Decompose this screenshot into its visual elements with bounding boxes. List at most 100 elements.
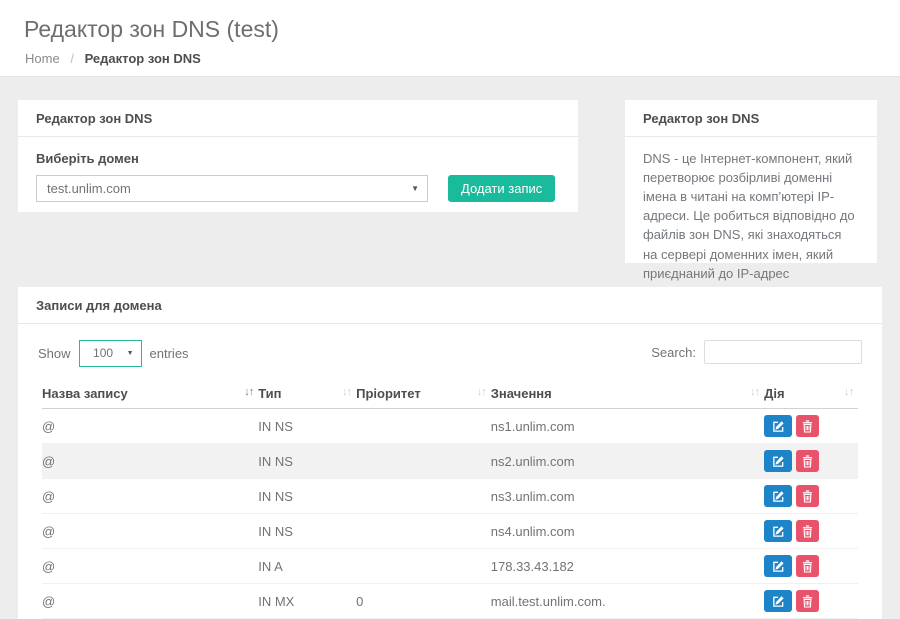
trash-icon	[802, 455, 813, 468]
records-card-title: Записи для домена	[18, 287, 882, 324]
cell-record-type: IN MX	[258, 584, 356, 619]
search-control: Search:	[651, 340, 862, 364]
table-row: @IN NS ns3.unlim.com	[42, 479, 858, 514]
cell-record-value: 178.33.43.182	[491, 549, 764, 584]
column-label: Дія	[764, 386, 784, 401]
table-row: @IN A 178.33.43.182	[42, 549, 858, 584]
search-label: Search:	[651, 345, 696, 360]
edit-pencil-icon	[772, 455, 785, 468]
dns-description-text: DNS - це Інтернет-компонент, який перетв…	[625, 137, 877, 295]
trash-icon	[802, 490, 813, 503]
records-table-body: @IN NSns1.unlim.com@IN NSns2.unlim.com@I…	[42, 409, 858, 619]
column-header-2[interactable]: Тип ↓↑	[258, 381, 356, 409]
cell-record-priority	[356, 444, 491, 479]
cell-record-name: @	[42, 444, 258, 479]
breadcrumb-current: Редактор зон DNS	[85, 51, 201, 66]
sort-arrows-icon: ↓↑	[477, 386, 486, 398]
trash-icon	[802, 595, 813, 608]
domain-select-value: test.unlim.com	[47, 181, 131, 196]
column-header-4[interactable]: Значення ↓↑	[491, 381, 764, 409]
edit-pencil-icon	[772, 560, 785, 573]
dns-info-card: Редактор зон DNS DNS - це Інтернет-компо…	[625, 100, 877, 263]
cell-record-type: IN NS	[258, 479, 356, 514]
caret-down-icon: ▼	[127, 341, 134, 366]
cell-record-priority: 0	[356, 584, 491, 619]
cell-record-name: @	[42, 479, 258, 514]
entries-label: entries	[150, 346, 189, 361]
cell-actions	[764, 409, 858, 444]
column-label: Пріоритет	[356, 386, 421, 401]
info-card-title: Редактор зон DNS	[625, 100, 877, 137]
page-title: Редактор зон DNS (test)	[24, 16, 279, 43]
trash-icon	[802, 420, 813, 433]
delete-record-button[interactable]	[796, 415, 819, 437]
delete-record-button[interactable]	[796, 485, 819, 507]
table-row: @IN MX0mail.test.unlim.com.	[42, 584, 858, 619]
breadcrumb-separator: /	[70, 51, 74, 66]
column-label: Значення	[491, 386, 552, 401]
delete-record-button[interactable]	[796, 520, 819, 542]
edit-pencil-icon	[772, 525, 785, 538]
delete-record-button[interactable]	[796, 450, 819, 472]
column-header-3[interactable]: Пріоритет ↓↑	[356, 381, 491, 409]
cell-actions	[764, 549, 858, 584]
column-header-5[interactable]: Дія ↓↑	[764, 381, 858, 409]
edit-record-button[interactable]	[764, 520, 792, 542]
cell-record-type: IN A	[258, 549, 356, 584]
edit-pencil-icon	[772, 420, 785, 433]
cell-record-value: ns2.unlim.com	[491, 444, 764, 479]
cell-actions	[764, 514, 858, 549]
cell-record-type: IN NS	[258, 514, 356, 549]
add-record-button[interactable]: Додати запис	[448, 175, 555, 202]
column-label: Тип	[258, 386, 281, 401]
cell-record-priority	[356, 549, 491, 584]
cell-record-value: ns4.unlim.com	[491, 514, 764, 549]
cell-record-value: ns1.unlim.com	[491, 409, 764, 444]
domain-select[interactable]: test.unlim.com ▼	[36, 175, 428, 202]
records-table: Назва запису ↓↑ Тип ↓↑ Пріоритет ↓↑ Значення ↓↑…	[42, 381, 858, 619]
page-length-value: 100	[93, 346, 113, 360]
cell-record-name: @	[42, 549, 258, 584]
edit-record-button[interactable]	[764, 485, 792, 507]
edit-record-button[interactable]	[764, 590, 792, 612]
cell-record-priority	[356, 409, 491, 444]
cell-record-type: IN NS	[258, 409, 356, 444]
cell-actions	[764, 584, 858, 619]
edit-pencil-icon	[772, 595, 785, 608]
records-table-header-row: Назва запису ↓↑ Тип ↓↑ Пріоритет ↓↑ Значення ↓↑…	[42, 381, 858, 409]
table-controls: Show 100 ▼ entries Search:	[18, 324, 882, 381]
sort-arrows-icon: ↓↑	[844, 386, 853, 398]
edit-record-button[interactable]	[764, 415, 792, 437]
records-card: Записи для домена Show 100 ▼ entries Sea…	[18, 287, 882, 619]
column-header-1[interactable]: Назва запису ↓↑	[42, 381, 258, 409]
cell-record-value: ns3.unlim.com	[491, 479, 764, 514]
cell-record-value: mail.test.unlim.com.	[491, 584, 764, 619]
page-length-select[interactable]: 100 ▼	[79, 340, 142, 367]
sort-arrows-icon: ↓↑	[342, 386, 351, 398]
cell-actions	[764, 479, 858, 514]
domain-select-label: Виберіть домен	[36, 151, 560, 166]
page-header-band: Редактор зон DNS (test) Home / Редактор …	[0, 0, 900, 77]
delete-record-button[interactable]	[796, 590, 819, 612]
table-row: @IN NSns2.unlim.com	[42, 444, 858, 479]
edit-record-button[interactable]	[764, 450, 792, 472]
trash-icon	[802, 560, 813, 573]
table-row: @IN NS ns1.unlim.com	[42, 409, 858, 444]
delete-record-button[interactable]	[796, 555, 819, 577]
cell-record-name: @	[42, 514, 258, 549]
breadcrumb: Home / Редактор зон DNS	[25, 51, 201, 66]
cell-record-name: @	[42, 584, 258, 619]
edit-record-button[interactable]	[764, 555, 792, 577]
sort-arrows-icon: ↓↑	[244, 386, 253, 398]
edit-pencil-icon	[772, 490, 785, 503]
table-row: @IN NS ns4.unlim.com	[42, 514, 858, 549]
domain-card-title: Редактор зон DNS	[18, 100, 578, 137]
column-label: Назва запису	[42, 386, 128, 401]
caret-down-icon: ▼	[411, 176, 419, 201]
sort-arrows-icon: ↓↑	[750, 386, 759, 398]
page-length-control: Show 100 ▼ entries	[38, 340, 189, 367]
cell-record-name: @	[42, 409, 258, 444]
breadcrumb-home-link[interactable]: Home	[25, 51, 60, 66]
records-table-wrap: Назва запису ↓↑ Тип ↓↑ Пріоритет ↓↑ Значення ↓↑…	[18, 381, 882, 619]
search-input[interactable]	[704, 340, 862, 364]
